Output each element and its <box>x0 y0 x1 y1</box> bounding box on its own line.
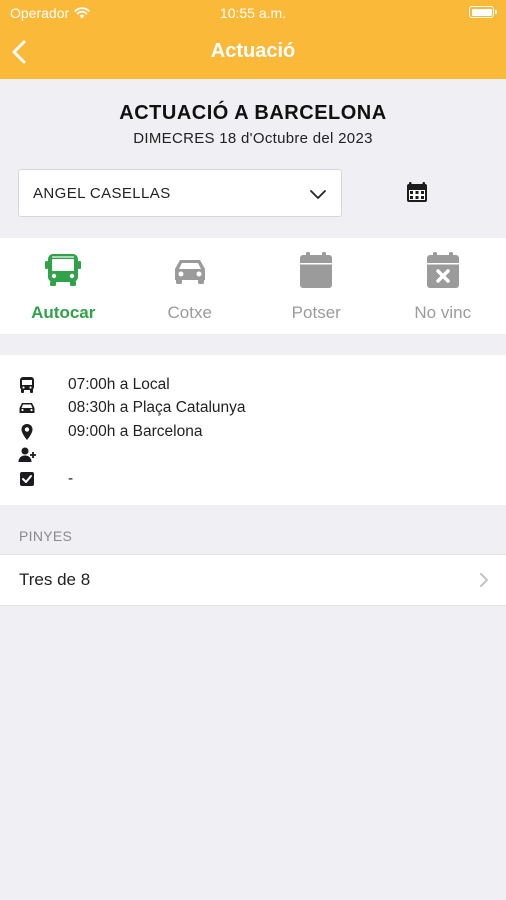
detail-row-user <box>0 444 506 468</box>
option-autocar[interactable]: Autocar <box>0 238 127 334</box>
chevron-down-icon <box>310 190 326 199</box>
battery-icon <box>469 6 497 18</box>
member-select[interactable]: ANGEL CASELLAS <box>18 169 342 217</box>
option-autocar-label: Autocar <box>31 303 96 322</box>
checkbox-icon <box>18 470 36 488</box>
option-potser[interactable]: Potser <box>253 238 380 334</box>
detail-text: 07:00h a Local <box>68 375 170 393</box>
option-no-vinc-label: No vinc <box>414 303 472 322</box>
event-header: ACTUACIÓ A BARCELONA DIMECRES 18 d'Octub… <box>0 79 506 147</box>
option-no-vinc[interactable]: No vinc <box>380 238 506 334</box>
pinyes-section-title: PINYES <box>19 528 73 544</box>
detail-text: 08:30h a Plaça Catalunya <box>68 399 246 417</box>
calendar-button[interactable] <box>405 180 429 204</box>
detail-row-car: 08:30h a Plaça Catalunya <box>0 397 506 421</box>
pinyes-list: Tres de 8 <box>0 554 506 606</box>
nav-title: Actuació <box>210 40 296 62</box>
chevron-right-icon <box>480 573 488 587</box>
transport-options: Autocar Cotxe Potser No vinc <box>0 238 506 334</box>
calendar-icon <box>300 252 333 288</box>
list-item[interactable]: Tres de 8 <box>0 555 506 605</box>
car-icon <box>174 260 205 284</box>
option-potser-label: Potser <box>291 303 341 322</box>
calendar-icon <box>407 182 427 202</box>
event-date: DIMECRES 18 d'Octubre del 2023 <box>133 130 373 147</box>
bus-icon <box>18 376 36 394</box>
option-cotxe[interactable]: Cotxe <box>127 238 254 334</box>
event-title: ACTUACIÓ A BARCELONA <box>119 102 387 124</box>
user-plus-icon <box>18 446 36 464</box>
option-cotxe-label: Cotxe <box>167 303 212 322</box>
nav-bar: Actuació <box>0 26 506 79</box>
member-select-value: ANGEL CASELLAS <box>33 184 171 202</box>
list-item-label: Tres de 8 <box>19 570 91 589</box>
car-icon <box>18 399 36 417</box>
detail-text: 09:00h a Barcelona <box>68 422 203 440</box>
event-details: 07:00h a Local 08:30h a Plaça Catalunya … <box>0 355 506 505</box>
detail-text: - <box>68 469 74 487</box>
status-time: 10:55 a.m. <box>219 5 287 21</box>
detail-row-bus: 07:00h a Local <box>0 373 506 397</box>
status-bar: Operador 10:55 a.m. <box>0 0 506 26</box>
location-pin-icon <box>18 423 36 441</box>
member-selector-row: ANGEL CASELLAS <box>0 169 506 229</box>
detail-row-location: 09:00h a Barcelona <box>0 420 506 444</box>
calendar-x-icon <box>426 252 459 288</box>
top-bar: Operador 10:55 a.m. Actuació <box>0 0 506 79</box>
bus-icon <box>45 254 82 286</box>
detail-row-check: - <box>0 467 506 491</box>
